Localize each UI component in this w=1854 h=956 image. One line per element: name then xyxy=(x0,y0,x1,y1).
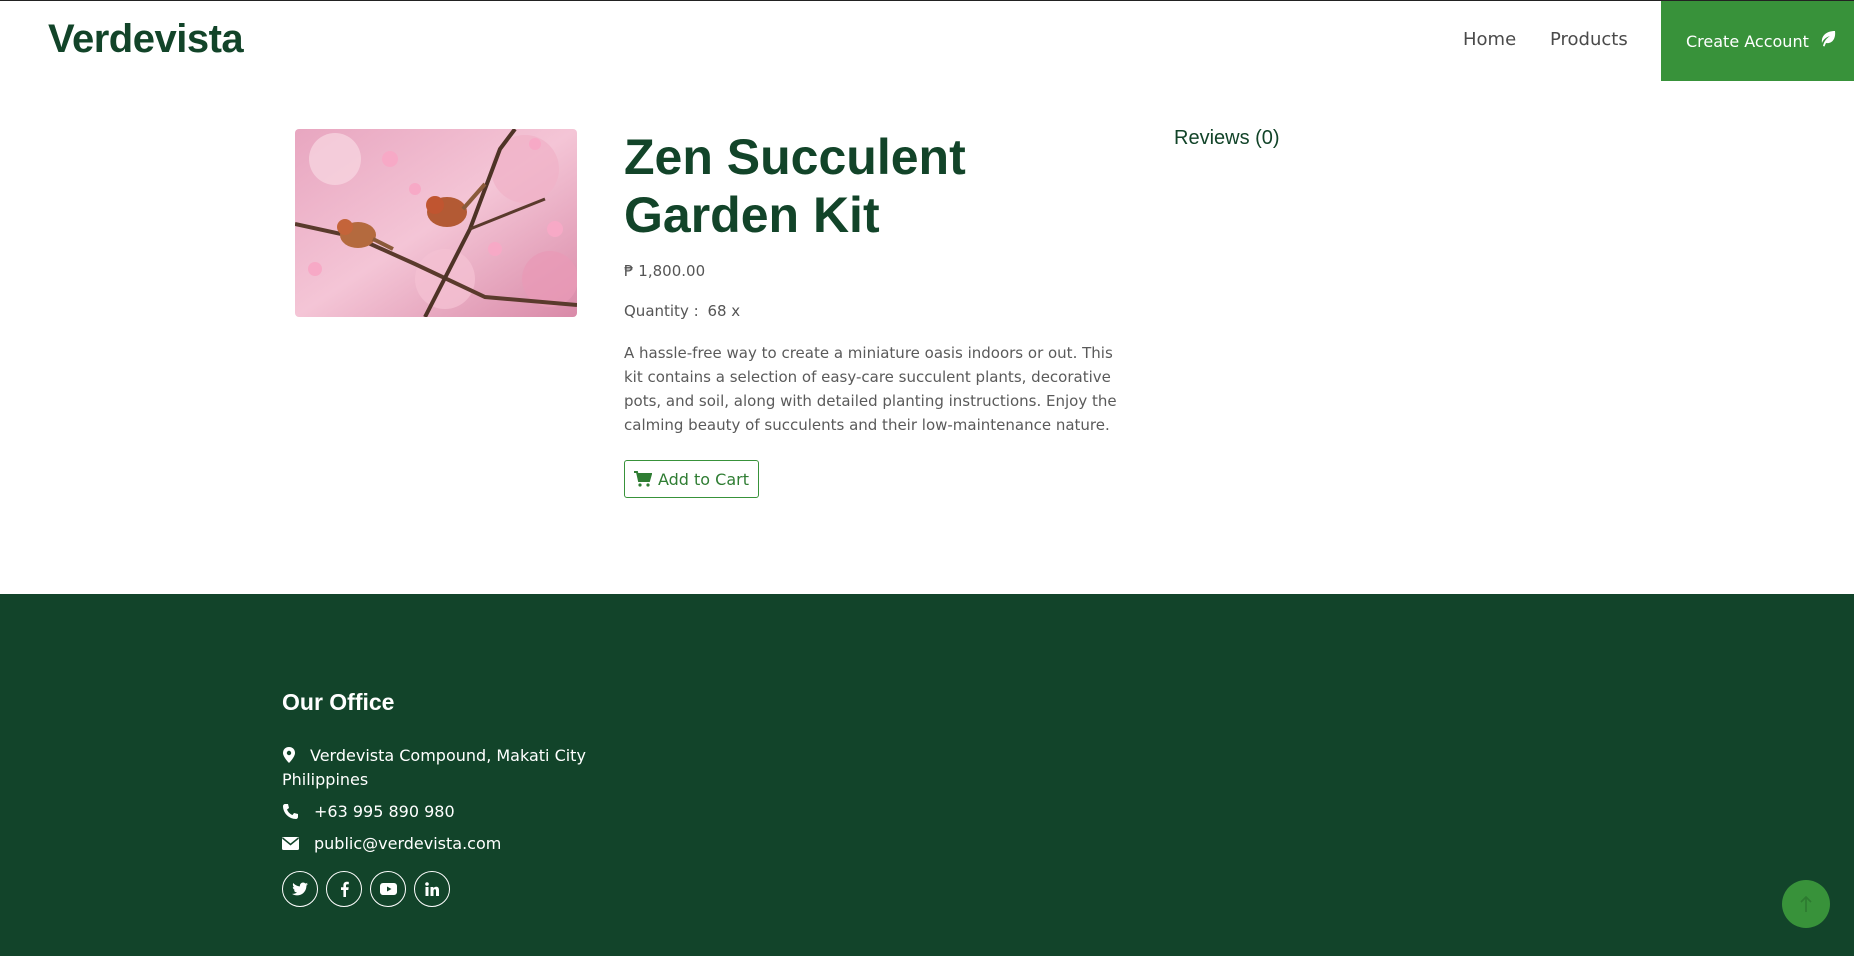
arrow-up-icon xyxy=(1800,895,1812,912)
reviews-heading[interactable]: Reviews (0) xyxy=(1174,127,1280,150)
brand-logo[interactable]: Verdevista xyxy=(48,17,244,62)
office-email: public@verdevista.com xyxy=(282,834,501,853)
product-image xyxy=(295,129,577,317)
add-to-cart-button[interactable]: Add to Cart xyxy=(624,460,759,498)
nav-products-link[interactable]: Products xyxy=(1550,29,1628,50)
linkedin-icon xyxy=(425,882,439,896)
social-links xyxy=(282,871,450,907)
add-to-cart-label: Add to Cart xyxy=(657,469,750,489)
product-quantity: Quantity : 68 x xyxy=(624,302,740,320)
cart-icon xyxy=(633,471,652,487)
youtube-link[interactable] xyxy=(370,871,406,907)
office-phone: +63 995 890 980 xyxy=(282,802,455,821)
office-title: Our Office xyxy=(282,689,395,715)
nav-home-link[interactable]: Home xyxy=(1463,29,1516,50)
envelope-icon xyxy=(282,837,299,850)
site-header: Verdevista Home Products Create Account xyxy=(0,1,1854,81)
quantity-value: 68 x xyxy=(707,302,741,320)
product-description: A hassle-free way to create a miniature … xyxy=(624,344,1117,434)
office-address: Verdevista Compound, Makati City Philipp… xyxy=(282,744,602,792)
product-price: ₱ 1,800.00 xyxy=(624,262,706,280)
site-footer: Our Office Verdevista Compound, Makati C… xyxy=(0,594,1854,956)
product-title: Zen Succulent Garden Kit xyxy=(624,129,966,243)
linkedin-link[interactable] xyxy=(414,871,450,907)
twitter-icon xyxy=(292,882,308,896)
address-line-1: Verdevista Compound, Makati City xyxy=(310,746,586,765)
facebook-icon xyxy=(340,881,349,897)
phone-icon xyxy=(283,804,298,819)
quantity-label: Quantity : xyxy=(624,302,699,320)
address-line-2: Philippines xyxy=(282,770,369,789)
twitter-link[interactable] xyxy=(282,871,318,907)
facebook-link[interactable] xyxy=(326,871,362,907)
email-address[interactable]: public@verdevista.com xyxy=(314,834,501,853)
youtube-icon xyxy=(379,883,397,895)
phone-number: +63 995 890 980 xyxy=(314,802,455,821)
create-account-label: Create Account xyxy=(1686,31,1809,51)
map-marker-icon xyxy=(283,747,295,763)
back-to-top-button[interactable] xyxy=(1782,880,1830,928)
leaf-icon xyxy=(1821,31,1836,47)
create-account-button[interactable]: Create Account xyxy=(1661,1,1854,81)
